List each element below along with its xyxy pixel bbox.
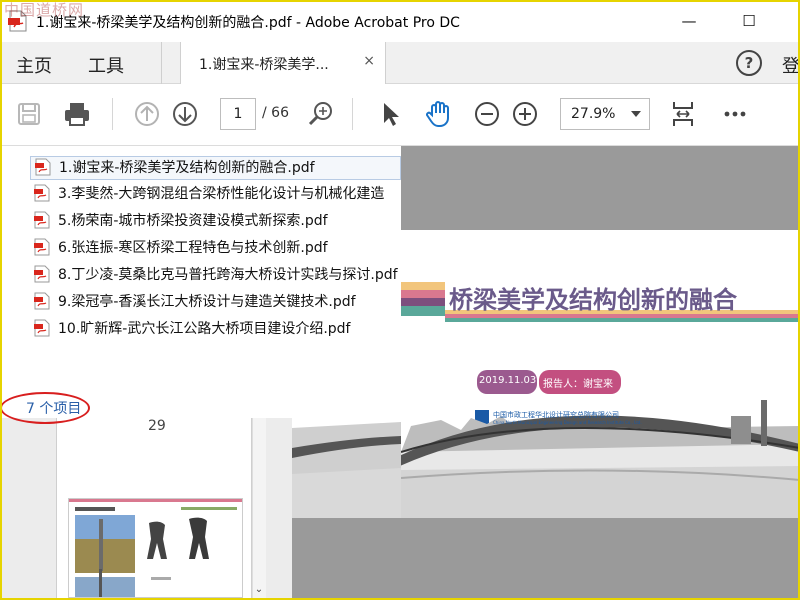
file-item[interactable]: 8.丁少凌-莫桑比克马普托跨海大桥设计实践与探讨.pdf [30,264,401,288]
zoom-out-icon[interactable] [472,99,502,129]
slide-page-left-part [292,418,401,518]
file-name: 9.梁冠亭-香溪长江大桥设计与建造关键技术.pdf [58,294,356,310]
file-name: 5.杨荣南-城市桥梁投资建设模式新探索.pdf [58,213,328,229]
pdf-file-icon [34,292,50,310]
scroll-down-icon[interactable]: ⌄ [252,584,266,595]
pdf-file-icon [34,211,50,229]
sign-in-button[interactable]: 登 [782,52,800,78]
pdf-file-icon [34,319,50,337]
save-icon[interactable] [14,99,44,129]
tab-document-label: 1.谢宝来-桥梁美学... [199,57,329,73]
pdf-file-icon [34,184,50,202]
file-item[interactable]: 5.杨荣南-城市桥梁投资建设模式新探索.pdf [30,210,401,234]
zoom-in-icon[interactable] [510,99,540,129]
page-total: / 66 [262,105,289,121]
hand-icon[interactable] [424,99,454,129]
slide-org-cn: 中国市政工程华北设计研究总院有限公司 [493,411,619,419]
file-name: 3.李斐然-大跨钢混组合梁桥性能化设计与机械化建造 [58,186,385,202]
zoom-search-icon[interactable] [306,99,336,129]
tab-divider [161,42,162,84]
chevron-down-icon [631,111,641,117]
slide-title: 桥梁美学及结构创新的融合 [449,286,737,314]
file-item[interactable]: 6.张连振-寒区桥梁工程特色与技术创新.pdf [30,237,401,261]
thumbnail-page-number: 29 [148,418,166,434]
slide-date: 2019.11.03 [479,375,537,386]
page-up-icon[interactable] [132,99,162,129]
toolbar: 1 / 66 27.9% [0,84,800,146]
red-annotation-ellipse [0,392,90,424]
page-number-input[interactable]: 1 [220,98,256,130]
thumbnail-scrollbar[interactable] [252,418,266,600]
select-arrow-icon[interactable] [376,99,406,129]
slide-page: 桥梁美学及结构创新的融合 2019.11.03 报告人：谢宝来 中国市政工程华北… [401,230,800,518]
file-item[interactable]: 3.李斐然-大跨钢混组合梁桥性能化设计与机械化建造 [30,183,401,207]
page-down-icon[interactable] [170,99,200,129]
tab-tools[interactable]: 工具 [88,52,124,78]
tab-document[interactable]: 1.谢宝来-桥梁美学... × [180,42,386,84]
pdf-file-icon [34,265,50,283]
maximize-button[interactable]: ☐ [736,8,762,34]
file-name: 6.张连振-寒区桥梁工程特色与技术创新.pdf [58,240,328,256]
pdf-file-icon [35,158,51,176]
file-name: 10.旷新辉-武穴长江公路大桥项目建设介绍.pdf [58,321,351,337]
minimize-button[interactable]: — [676,8,702,34]
tab-home[interactable]: 主页 [16,52,52,78]
toolbar-divider [352,98,353,130]
close-tab-icon[interactable]: × [363,53,375,69]
file-name: 1.谢宝来-桥梁美学及结构创新的融合.pdf [59,160,315,176]
file-item[interactable]: 10.旷新辉-武穴长江公路大桥项目建设介绍.pdf [30,318,401,342]
tab-bar: 主页 工具 1.谢宝来-桥梁美学... × ? 登 [0,42,800,84]
watermark: 中国道桥网 [4,1,85,19]
title-bar: 1.谢宝来-桥梁美学及结构创新的融合.pdf - Adobe Acrobat P… [0,0,800,42]
pdf-file-icon [34,238,50,256]
window-title: 1.谢宝来-桥梁美学及结构创新的融合.pdf - Adobe Acrobat P… [36,15,460,31]
print-icon[interactable] [62,99,92,129]
file-item[interactable]: 9.梁冠亭-香溪长江大桥设计与建造关键技术.pdf [30,291,401,315]
zoom-value: 27.9% [571,106,616,122]
toolbar-divider [112,98,113,130]
zoom-select[interactable]: 27.9% [560,98,650,130]
file-name: 8.丁少凌-莫桑比克马普托跨海大桥设计实践与探讨.pdf [58,267,398,283]
more-icon[interactable] [720,99,750,129]
thumbnail-page[interactable] [68,498,243,598]
fit-page-icon[interactable] [668,99,698,129]
slide-org-en: China North Municipal Engineering Design… [493,420,642,425]
file-item[interactable]: 1.谢宝来-桥梁美学及结构创新的融合.pdf [30,156,401,180]
help-icon[interactable]: ? [736,50,762,76]
slide-reporter: 报告人：谢宝来 [543,379,613,390]
